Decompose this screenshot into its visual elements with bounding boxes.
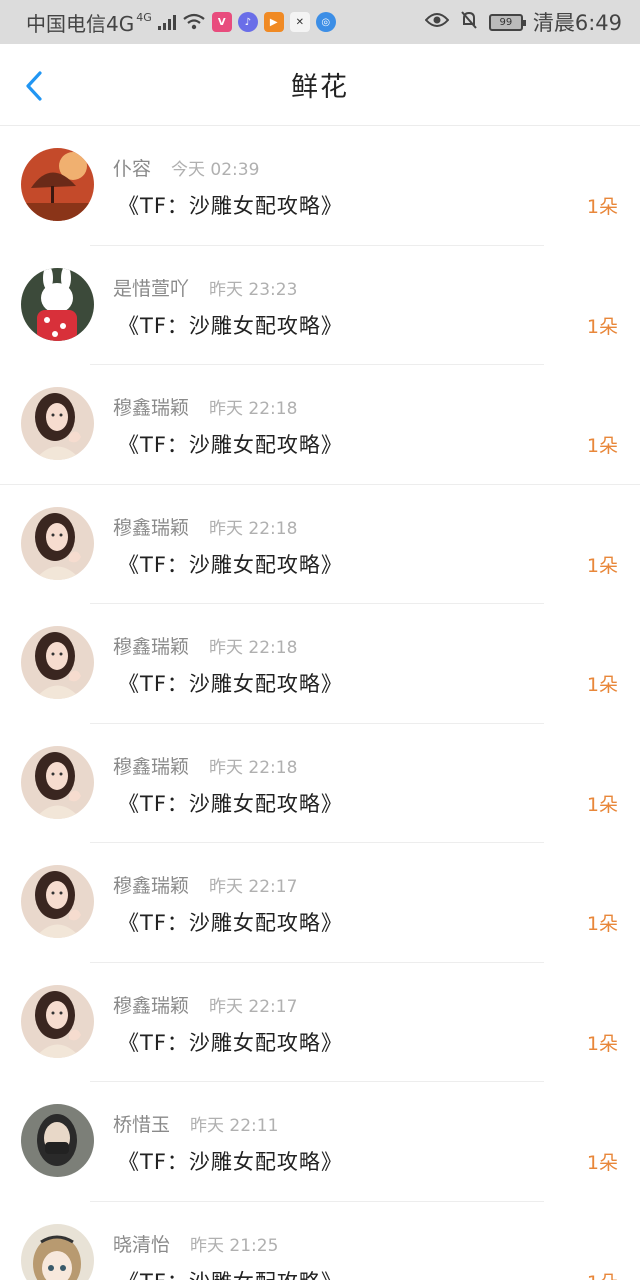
user-name: 穆鑫瑞颖: [113, 516, 190, 539]
flower-count: 1朵: [587, 1268, 618, 1280]
wifi-icon: [182, 13, 206, 31]
avatar[interactable]: [21, 387, 94, 460]
book-title: 《TF：沙雕女配攻略》: [118, 672, 343, 696]
list-item[interactable]: 穆鑫瑞颖 昨天 22:18 《TF：沙雕女配攻略》 1朵: [0, 485, 640, 604]
flower-count: 1朵: [586, 315, 618, 338]
book-title: 《TF：沙雕女配攻略》: [118, 911, 343, 935]
signal-icon: [157, 14, 176, 30]
chevron-left-icon: [26, 71, 42, 101]
list-item[interactable]: 穆鑫瑞颖 昨天 22:18 《TF：沙雕女配攻略》 1朵: [0, 365, 640, 485]
list-item[interactable]: 穆鑫瑞颖 昨天 22:17 《TF：沙雕女配攻略》 1朵: [0, 963, 640, 1082]
timestamp: 昨天 22:17: [209, 996, 298, 1017]
flower-count: 1朵: [586, 913, 618, 935]
book-title: 《TF：沙雕女配攻略》: [118, 313, 343, 338]
user-name: 穆鑫瑞颖: [113, 755, 190, 778]
flower-count: 1朵: [586, 1152, 618, 1174]
status-bar: 中国电信4G 4G V ♪ ▶ ✕ ◎ 99 清晨6:49: [0, 0, 640, 44]
clock-label: 清晨6:49: [532, 11, 622, 35]
avatar[interactable]: [21, 745, 94, 819]
user-name: 穆鑫瑞颖: [113, 875, 190, 897]
eye-icon: [424, 12, 450, 32]
flower-count: 1朵: [586, 435, 618, 457]
list-item[interactable]: 穆鑫瑞颖 昨天 22:18 《TF：沙雕女配攻略》 1朵: [0, 604, 640, 724]
list-item[interactable]: 仆容 今天 02:39 《TF：沙雕女配攻略》 1朵: [0, 126, 640, 246]
video-app-icon: ▶: [263, 12, 284, 32]
network-type-label: 4G: [136, 10, 152, 24]
flower-count: 1朵: [586, 1032, 618, 1055]
user-name: 穆鑫瑞颖: [113, 397, 190, 419]
weibo-app-icon: V: [211, 12, 232, 32]
timestamp: 昨天 22:18: [209, 518, 298, 539]
timestamp: 昨天 22:18: [209, 757, 298, 778]
user-name: 仆容: [113, 158, 152, 180]
avatar[interactable]: [21, 148, 94, 221]
flower-count: 1朵: [586, 793, 618, 816]
book-title: 《TF：沙雕女配攻略》: [118, 433, 343, 457]
page-title: 鲜花: [291, 72, 349, 103]
book-title: 《TF：沙雕女配攻略》: [118, 1030, 343, 1055]
list-item[interactable]: 穆鑫瑞颖 昨天 22:17 《TF：沙雕女配攻略》 1朵: [0, 843, 640, 963]
flower-list: 仆容 今天 02:39 《TF：沙雕女配攻略》 1朵 是惜萱吖 昨天 23:23…: [0, 126, 640, 1280]
avatar[interactable]: [21, 1104, 94, 1177]
avatar[interactable]: [21, 984, 94, 1058]
timestamp: 昨天 23:23: [209, 279, 298, 300]
avatar[interactable]: [21, 865, 94, 938]
book-title: 《TF：沙雕女配攻略》: [118, 552, 343, 577]
book-title: 《TF：沙雕女配攻略》: [118, 1150, 343, 1174]
book-title: 《TF：沙雕女配攻略》: [118, 791, 343, 816]
reader-app-icon: ✕: [289, 12, 310, 32]
user-name: 穆鑫瑞颖: [113, 994, 190, 1017]
back-button[interactable]: [20, 70, 52, 102]
timestamp: 昨天 22:17: [209, 877, 298, 897]
list-item[interactable]: 是惜萱吖 昨天 23:23 《TF：沙雕女配攻略》 1朵: [0, 246, 640, 365]
flower-count: 1朵: [586, 674, 618, 696]
avatar[interactable]: [21, 626, 94, 699]
user-name: 桥惜玉: [113, 1114, 171, 1136]
avatar[interactable]: [21, 1223, 94, 1280]
music-app-icon: ♪: [237, 12, 258, 32]
browser-app-icon: ◎: [315, 12, 336, 32]
carrier-label: 中国电信4G: [26, 11, 135, 36]
flower-count: 1朵: [586, 196, 618, 218]
battery-icon: 99: [488, 13, 526, 31]
avatar[interactable]: [21, 267, 94, 341]
user-name: 穆鑫瑞颖: [113, 636, 190, 658]
user-name: 是惜萱吖: [113, 277, 190, 300]
timestamp: 今天 02:39: [171, 160, 260, 180]
flower-count: 1朵: [586, 554, 618, 577]
user-name: 晓清怡: [113, 1233, 171, 1256]
mute-bell-icon: [459, 10, 479, 34]
book-title: 《TF：沙雕女配攻略》: [118, 194, 343, 218]
list-item[interactable]: 穆鑫瑞颖 昨天 22:18 《TF：沙雕女配攻略》 1朵: [0, 724, 640, 843]
timestamp: 昨天 22:11: [190, 1116, 279, 1136]
list-item[interactable]: 晓清怡 昨天 21:25 《TF：沙雕女配攻略》 1朵: [0, 1202, 640, 1280]
timestamp: 昨天 22:18: [209, 399, 298, 419]
page-header: 鲜花: [0, 44, 640, 126]
avatar[interactable]: [21, 506, 94, 580]
book-title: 《TF：沙雕女配攻略》: [118, 1266, 343, 1280]
timestamp: 昨天 22:18: [209, 638, 298, 658]
list-item[interactable]: 桥惜玉 昨天 22:11 《TF：沙雕女配攻略》 1朵: [0, 1082, 640, 1202]
timestamp: 昨天 21:25: [190, 1235, 279, 1256]
